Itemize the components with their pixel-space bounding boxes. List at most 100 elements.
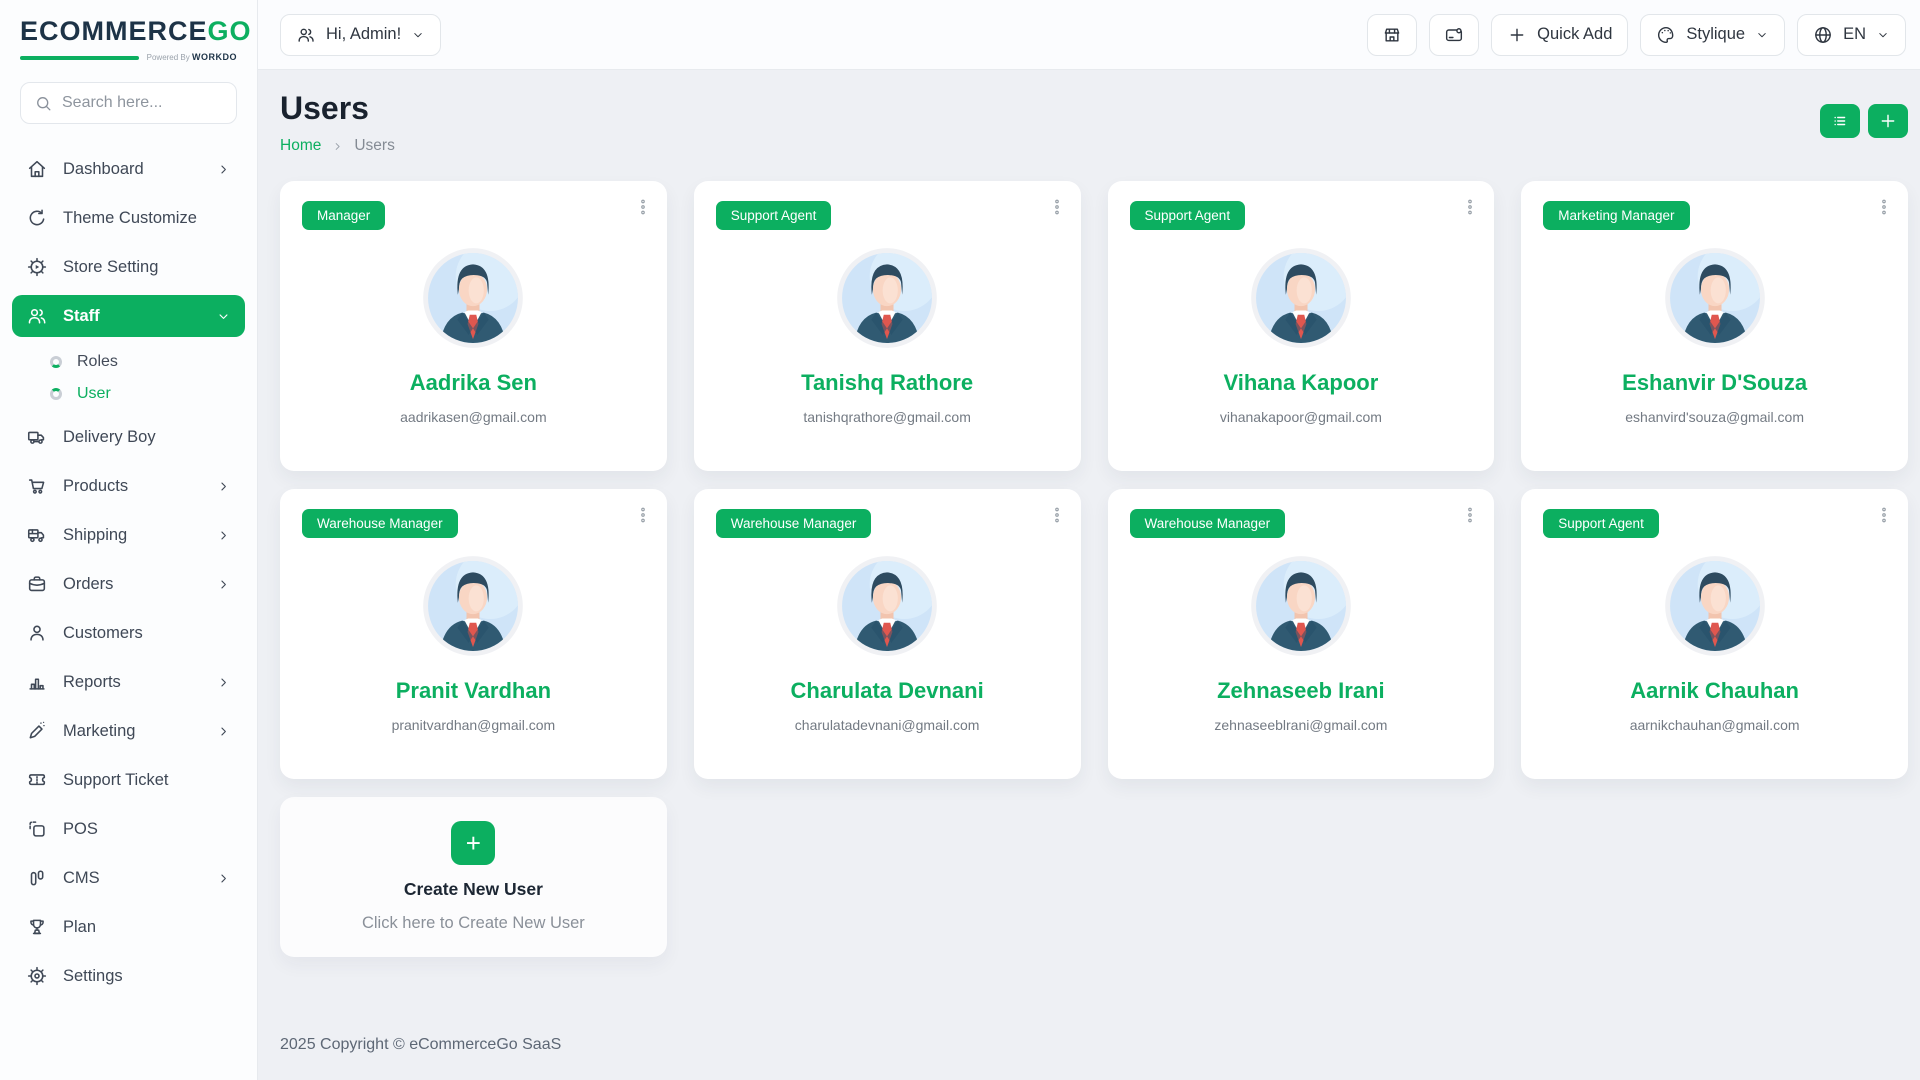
user-email: eshanvird'souza@gmail.com	[1543, 409, 1886, 425]
mail-card-icon	[1444, 25, 1464, 45]
avatar	[421, 246, 525, 350]
quick-add-button[interactable]: Quick Add	[1491, 14, 1628, 56]
settings-icon	[26, 965, 48, 987]
chevron-right-icon	[216, 577, 231, 592]
user-name: Pranit Vardhan	[302, 678, 645, 704]
kebab-menu-icon[interactable]	[1874, 505, 1894, 525]
sidebar-item-theme-customize[interactable]: Theme Customize	[12, 197, 245, 239]
avatar	[1663, 554, 1767, 658]
sidebar-item-settings[interactable]: Settings	[12, 955, 245, 997]
chevron-down-icon	[216, 309, 231, 324]
list-view-button[interactable]	[1820, 104, 1860, 138]
breadcrumb: Home Users	[280, 137, 395, 155]
user-card: Support Agent	[694, 181, 1081, 471]
create-user-title: Create New User	[404, 879, 543, 900]
user-name: Zehnaseeb Irani	[1130, 678, 1473, 704]
kebab-menu-icon[interactable]	[1047, 505, 1067, 525]
pos-icon	[26, 818, 48, 840]
storefront-button[interactable]	[1367, 14, 1417, 56]
user-name: Aadrika Sen	[302, 370, 645, 396]
sidebar-item-orders[interactable]: Orders	[12, 563, 245, 605]
create-user-plus-button[interactable]: +	[451, 821, 495, 865]
search-input[interactable]	[62, 94, 269, 112]
avatar	[835, 246, 939, 350]
theme-style-button[interactable]: Stylique	[1640, 14, 1785, 56]
language-label: EN	[1843, 25, 1866, 44]
sidebar-sublist-staff: RolesUser	[12, 344, 245, 416]
theme-customize-icon	[26, 207, 48, 229]
role-badge: Marketing Manager	[1543, 201, 1689, 230]
user-name: Vihana Kapoor	[1130, 370, 1473, 396]
topbar: Hi, Admin! Quick Add Stylique EN	[258, 0, 1920, 70]
page-title: Users	[280, 90, 395, 127]
chevron-right-icon	[216, 675, 231, 690]
kebab-menu-icon[interactable]	[1047, 197, 1067, 217]
support-ticket-icon	[26, 769, 48, 791]
brand-underline	[20, 56, 139, 60]
mail-card-button[interactable]	[1429, 14, 1479, 56]
sidebar-item-reports[interactable]: Reports	[12, 661, 245, 703]
products-icon	[26, 475, 48, 497]
sidebar-item-store-setting[interactable]: Store Setting	[12, 246, 245, 288]
chevron-right-icon	[216, 871, 231, 886]
role-badge: Manager	[302, 201, 385, 230]
sidebar-item-pos[interactable]: POS	[12, 808, 245, 850]
avatar	[1249, 554, 1353, 658]
sidebar-item-products[interactable]: Products	[12, 465, 245, 507]
footer-copyright: 2025 Copyright © eCommerceGo SaaS	[280, 1024, 1908, 1068]
sidebar-subitem-user[interactable]: User	[36, 378, 245, 410]
brand-logo: ECOMMERCEGO Powered By WORKDO	[0, 0, 257, 68]
sidebar-item-support-ticket[interactable]: Support Ticket	[12, 759, 245, 801]
user-card: Support Agent	[1108, 181, 1495, 471]
sidebar: ECOMMERCEGO Powered By WORKDO Dashboard T…	[0, 0, 258, 1080]
marketing-icon	[26, 720, 48, 742]
quick-add-label: Quick Add	[1537, 25, 1612, 44]
role-badge: Warehouse Manager	[716, 509, 872, 538]
theme-style-label: Stylique	[1686, 25, 1745, 44]
sidebar-item-delivery-boy[interactable]: Delivery Boy	[12, 416, 245, 458]
sidebar-item-shipping[interactable]: Shipping	[12, 514, 245, 556]
language-button[interactable]: EN	[1797, 14, 1906, 56]
sidebar-item-dashboard[interactable]: Dashboard	[12, 148, 245, 190]
sidebar-item-staff[interactable]: Staff	[12, 295, 245, 337]
user-name: Tanishq Rathore	[716, 370, 1059, 396]
user-card: Warehouse Manager	[694, 489, 1081, 779]
kebab-menu-icon[interactable]	[633, 197, 653, 217]
user-email: vihanakapoor@gmail.com	[1130, 409, 1473, 425]
avatar	[835, 554, 939, 658]
chevron-right-icon	[216, 528, 231, 543]
add-user-button[interactable]	[1868, 104, 1908, 138]
breadcrumb-home-link[interactable]: Home	[280, 137, 321, 155]
sidebar-item-marketing[interactable]: Marketing	[12, 710, 245, 752]
customers-icon	[26, 622, 48, 644]
orders-icon	[26, 573, 48, 595]
user-email: zehnaseeblrani@gmail.com	[1130, 717, 1473, 733]
chevron-right-icon	[331, 140, 344, 153]
kebab-menu-icon[interactable]	[1460, 197, 1480, 217]
plus-icon	[1507, 25, 1527, 45]
user-email: aarnikchauhan@gmail.com	[1543, 717, 1886, 733]
user-email: tanishqrathore@gmail.com	[716, 409, 1059, 425]
user-card: Warehouse Manager	[1108, 489, 1495, 779]
sidebar-item-customers[interactable]: Customers	[12, 612, 245, 654]
kebab-menu-icon[interactable]	[633, 505, 653, 525]
sidebar-item-cms[interactable]: CMS	[12, 857, 245, 899]
admin-greeting-button[interactable]: Hi, Admin!	[280, 14, 441, 56]
user-name: Eshanvir D'Souza	[1543, 370, 1886, 396]
user-card: Manager Aa	[280, 181, 667, 471]
user-group-icon	[296, 25, 316, 45]
kebab-menu-icon[interactable]	[1460, 505, 1480, 525]
brand-name-accent: GO	[208, 16, 252, 46]
kebab-menu-icon[interactable]	[1874, 197, 1894, 217]
create-new-user-card[interactable]: + Create New User Click here to Create N…	[280, 797, 667, 957]
main-area: Hi, Admin! Quick Add Stylique EN	[258, 0, 1920, 1080]
role-badge: Support Agent	[716, 201, 832, 230]
role-badge: Warehouse Manager	[1130, 509, 1286, 538]
sidebar-subitem-roles[interactable]: Roles	[36, 346, 245, 378]
sidebar-item-plan[interactable]: Plan	[12, 906, 245, 948]
avatar	[1249, 246, 1353, 350]
content: Users Home Users Manager	[258, 70, 1920, 1080]
globe-icon	[1813, 25, 1833, 45]
user-email: pranitvardhan@gmail.com	[302, 717, 645, 733]
page-header: Users Home Users	[280, 90, 1908, 155]
